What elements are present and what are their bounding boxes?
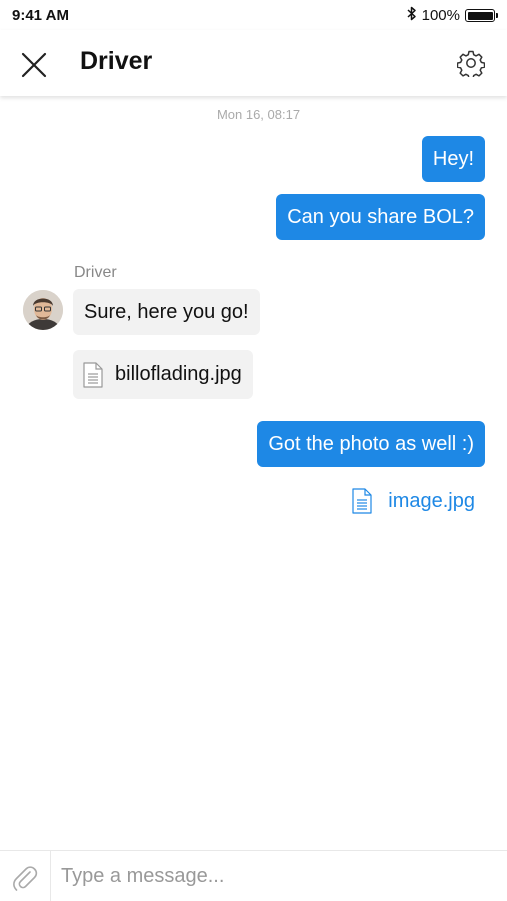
document-icon [352,488,372,514]
incoming-file-attachment[interactable]: billoflading.jpg [73,350,253,399]
sender-name: Driver [74,264,117,281]
chat-title: Driver [80,47,153,75]
status-bar: 9:41 AM 100% [0,0,507,30]
close-icon [21,52,47,78]
file-name: billoflading.jpg [115,363,242,385]
document-icon [83,361,103,388]
status-time: 9:41 AM [12,7,69,24]
bluetooth-icon [407,6,417,25]
gear-icon [456,50,486,80]
avatar [23,290,63,330]
message-input[interactable] [52,851,502,901]
message-timestamp: Mon 16, 08:17 [216,107,301,122]
message-composer [0,850,507,901]
status-right: 100% [407,6,498,25]
outgoing-message: Got the photo as well :) [257,421,485,467]
incoming-message: Sure, here you go! [73,289,260,335]
chat-header: Driver [0,30,507,96]
outgoing-message: Can you share BOL? [276,194,485,240]
outgoing-message: Hey! [421,136,485,182]
battery-percentage: 100% [421,7,460,24]
composer-divider [50,851,51,901]
close-button[interactable] [18,49,50,81]
file-name: image.jpg [388,489,475,512]
outgoing-file-attachment[interactable]: image.jpg [352,488,475,514]
paperclip-icon [13,866,38,891]
attach-button[interactable] [10,863,40,893]
settings-button[interactable] [456,49,486,80]
battery-icon [465,9,498,22]
